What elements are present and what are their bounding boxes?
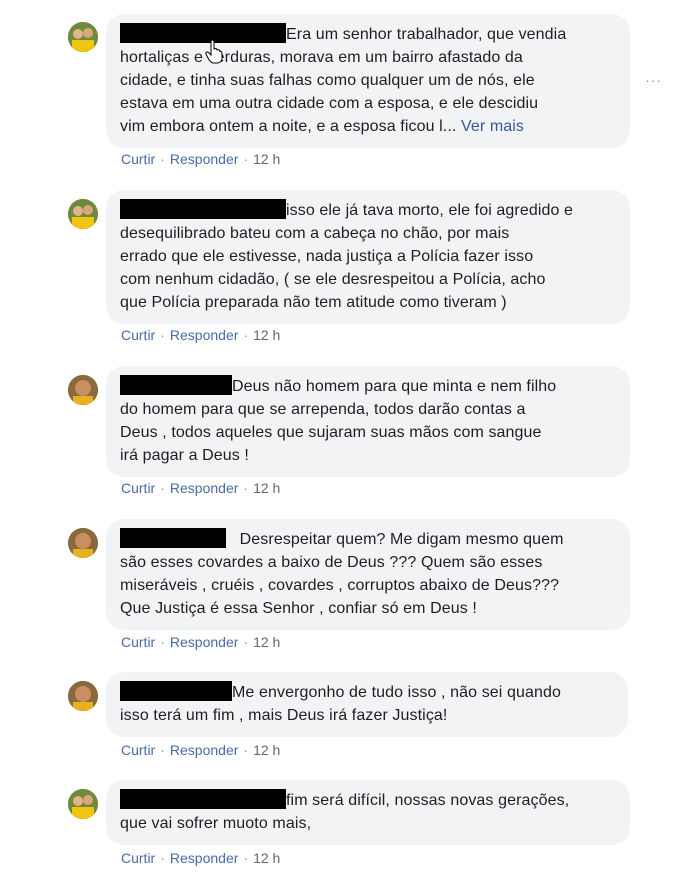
timestamp[interactable]: 12 h [253, 850, 280, 866]
comment-text: hortaliças e verduras, morava em um bair… [120, 49, 523, 66]
like-link[interactable]: Curtir [121, 742, 155, 758]
avatar[interactable] [68, 681, 98, 711]
comment-text: errado que ele estivesse, nada justiça a… [120, 248, 534, 265]
reply-link[interactable]: Responder [170, 742, 239, 758]
comment-actions: Curtir · Responder · 12 h [121, 480, 281, 496]
comment-actions: Curtir · Responder · 12 h [121, 850, 281, 866]
avatar[interactable] [68, 22, 98, 52]
comment-text: são esses covardes a baixo de Deus ??? Q… [120, 554, 543, 571]
comment-text: miseráveis , cruéis , covardes , corrupt… [120, 577, 560, 594]
comment-bubble: Desrespeitar quem? Me digam mesmo quem s… [106, 519, 630, 630]
redacted-name [120, 23, 286, 43]
comment-bubble: Era um senhor trabalhador, que vendia ho… [106, 14, 630, 148]
profile-photo-icon [68, 681, 98, 711]
comment-text: vim embora ontem a noite, e a esposa fic… [120, 118, 457, 135]
comment-actions: Curtir · Responder · 12 h [121, 327, 281, 343]
comment-text: isso ele já tava morto, ele foi agredido… [286, 202, 574, 219]
reply-link[interactable]: Responder [170, 327, 239, 343]
timestamp[interactable]: 12 h [253, 634, 280, 650]
comment-text: Me envergonho de tudo isso , não sei qua… [232, 684, 561, 701]
comment-text: irá pagar a Deus ! [120, 447, 249, 464]
like-link[interactable]: Curtir [121, 151, 155, 167]
comment-text: fim será difícil, nossas novas gerações, [286, 792, 570, 809]
timestamp[interactable]: 12 h [253, 151, 280, 167]
comment-text: Que Justiça é essa Senhor , confiar só e… [120, 600, 477, 617]
comment-text: isso terá um fim , mais Deus irá fazer J… [120, 707, 448, 724]
avatar[interactable] [68, 199, 98, 229]
profile-photo-icon [68, 22, 98, 52]
timestamp[interactable]: 12 h [253, 327, 280, 343]
hand-pointer-icon [205, 39, 223, 69]
timestamp[interactable]: 12 h [253, 742, 280, 758]
avatar[interactable] [68, 375, 98, 405]
reply-link[interactable]: Responder [170, 634, 239, 650]
redacted-name [120, 789, 286, 809]
profile-photo-icon [68, 375, 98, 405]
comment-text: com nenhum cidadão, ( se ele desrespeito… [120, 271, 546, 288]
comment-text: Deus não homem para que minta e nem filh… [232, 378, 557, 395]
timestamp[interactable]: 12 h [253, 480, 280, 496]
redacted-name [120, 199, 286, 219]
comment-bubble: Deus não homem para que minta e nem filh… [106, 366, 630, 477]
comment-text: que vai sofrer muoto mais, [120, 815, 312, 832]
like-link[interactable]: Curtir [121, 634, 155, 650]
comment-options-icon[interactable]: ··· [645, 72, 662, 88]
redacted-name [120, 681, 232, 701]
comment-actions: Curtir · Responder · 12 h [121, 634, 281, 650]
avatar[interactable] [68, 528, 98, 558]
comment-text: Desrespeitar quem? Me digam mesmo quem [239, 531, 564, 548]
comment-actions: Curtir · Responder · 12 h [121, 742, 281, 758]
comment-text: desequilibrado bateu com a cabeça no chã… [120, 225, 510, 242]
reply-link[interactable]: Responder [170, 850, 239, 866]
comment-bubble: fim será difícil, nossas novas gerações,… [106, 780, 630, 845]
reply-link[interactable]: Responder [170, 480, 239, 496]
redacted-name [120, 375, 232, 395]
comment-text: do homem para que se arrependa, todos da… [120, 401, 526, 418]
comment-text: Era um senhor trabalhador, que vendia [286, 26, 567, 43]
comment-text: estava em uma outra cidade com a esposa,… [120, 95, 539, 112]
comment-actions: Curtir · Responder · 12 h [121, 151, 281, 167]
profile-photo-icon [68, 789, 98, 819]
avatar[interactable] [68, 789, 98, 819]
profile-photo-icon [68, 199, 98, 229]
comment-text: Deus , todos aqueles que sujaram suas mã… [120, 424, 542, 441]
comment-text: cidade, e tinha suas falhas como qualque… [120, 72, 535, 89]
comment-bubble: isso ele já tava morto, ele foi agredido… [106, 190, 630, 324]
reply-link[interactable]: Responder [170, 151, 239, 167]
redacted-name [120, 528, 226, 548]
profile-photo-icon [68, 528, 98, 558]
comment-text: que Polícia preparada não tem atitude co… [120, 294, 507, 311]
like-link[interactable]: Curtir [121, 480, 155, 496]
see-more-link[interactable]: Ver mais [461, 118, 524, 135]
like-link[interactable]: Curtir [121, 850, 155, 866]
like-link[interactable]: Curtir [121, 327, 155, 343]
comment-bubble: Me envergonho de tudo isso , não sei qua… [106, 672, 628, 737]
